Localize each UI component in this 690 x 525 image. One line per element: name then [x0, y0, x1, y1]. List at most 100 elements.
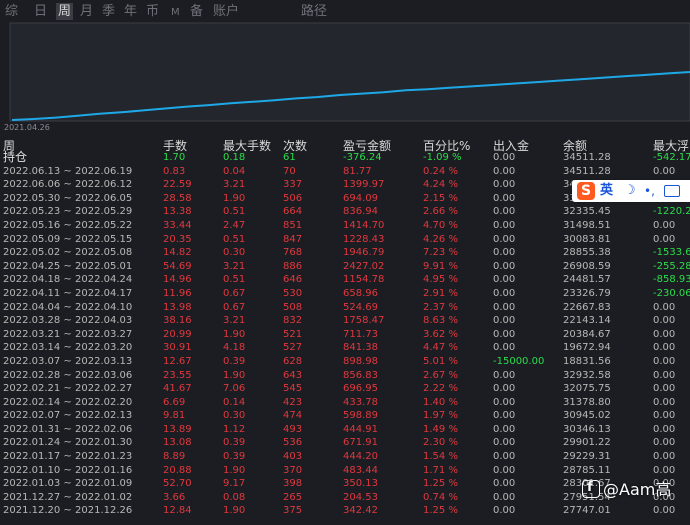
table-row[interactable]: 2022.02.21 ~ 2022.02.27 41.67 7.06 545 696.9…	[0, 382, 690, 396]
keyboard-icon[interactable]	[664, 185, 680, 197]
table-row[interactable]: 2022.03.14 ~ 2022.03.20 30.91 4.18 527 841.3…	[0, 341, 690, 355]
cell-max-lots: 0.30	[223, 247, 246, 259]
cell-period: 2022.05.02 ~ 2022.05.08	[3, 247, 133, 259]
table-row[interactable]: 2022.03.28 ~ 2022.04.03 38.16 3.21 832 1758.…	[0, 314, 690, 328]
cell-lots: 14.96	[163, 274, 192, 286]
table-row[interactable]: 2022.03.07 ~ 2022.03.13 12.67 0.39 628 898.9…	[0, 355, 690, 369]
cell-io: 0.00	[493, 437, 516, 449]
cell-pnl: 1399.97	[343, 179, 385, 191]
cell-period: 2022.01.03 ~ 2022.01.09	[3, 478, 133, 490]
table-row[interactable]: 2022.05.02 ~ 2022.05.08 14.82 0.30 768 1946.…	[0, 246, 690, 260]
cell-pct: 5.01 %	[423, 355, 458, 367]
cell-balance: 20384.67	[563, 328, 611, 340]
ime-logo-icon[interactable]: S	[577, 182, 595, 200]
cell-max-lots: 0.39	[223, 437, 246, 449]
cell-count: 493	[283, 423, 303, 435]
moon-icon[interactable]: ☽	[624, 183, 636, 199]
cell-balance: 31378.80	[563, 396, 611, 408]
cell-period: 2022.01.17 ~ 2022.01.23	[3, 451, 133, 463]
table-row[interactable]: 2022.05.23 ~ 2022.05.29 13.38 0.51 664 836.9…	[0, 205, 690, 219]
cell-balance: 28855.38	[563, 247, 611, 259]
ime-language-toggle[interactable]: 英	[600, 182, 613, 200]
watermark: @Aam高	[582, 478, 671, 500]
cell-lots: 54.69	[163, 260, 192, 272]
cell-count: 70	[283, 165, 296, 177]
tab-m[interactable]: M	[171, 4, 180, 21]
cell-pnl: 524.69	[343, 301, 378, 313]
table-row[interactable]: 2021.12.20 ~ 2021.12.26 12.84 1.90 375 342.4…	[0, 504, 690, 518]
table-row[interactable]: 2022.01.24 ~ 2022.01.30 13.08 0.39 536 671.9…	[0, 436, 690, 450]
table-row[interactable]: 2022.05.16 ~ 2022.05.22 33.44 2.47 851 1414.…	[0, 219, 690, 233]
cell-count: 628	[283, 355, 303, 367]
cell-max-lots: 4.18	[223, 342, 246, 354]
tab-day[interactable]: 日	[34, 3, 47, 20]
tab-account[interactable]: 账户	[213, 3, 239, 20]
table-row[interactable]: 2022.01.17 ~ 2022.01.23 8.89 0.39 403 444.20…	[0, 450, 690, 464]
cell-count: 423	[283, 396, 303, 408]
cell-balance: 30083.81	[563, 233, 611, 245]
cell-max-float: -230.06	[653, 287, 690, 299]
tab-overview[interactable]: 综	[5, 3, 18, 20]
cell-period: 2022.05.16 ~ 2022.05.22	[3, 219, 133, 231]
cell-period: 2021.12.20 ~ 2021.12.26	[3, 505, 133, 517]
holding-label: 持仓	[3, 150, 28, 164]
cell-max-float: -1533.6	[653, 247, 690, 259]
table-row[interactable]: 2022.02.28 ~ 2022.03.06 23.55 1.90 643 856.8…	[0, 369, 690, 383]
punctuation-icon[interactable]: •,	[644, 183, 655, 199]
table-row[interactable]: 2022.01.31 ~ 2022.02.06 13.89 1.12 493 444.9…	[0, 423, 690, 437]
cell-balance: 29901.22	[563, 437, 611, 449]
cell-io: 0.00	[493, 478, 516, 490]
holding-row[interactable]: 持仓 1.70 0.18 61 -376.24 -1.09 % 0.00 345…	[0, 150, 690, 165]
cell-count: 664	[283, 206, 303, 218]
cell-max-float: 0.00	[653, 315, 676, 327]
table-row[interactable]: 2022.02.07 ~ 2022.02.13 9.81 0.30 474 598.89…	[0, 409, 690, 423]
cell-pct: 2.67 %	[423, 369, 458, 381]
cell-count: 643	[283, 369, 303, 381]
cell-count: 545	[283, 383, 303, 395]
tab-currency[interactable]: 币	[146, 3, 159, 20]
tab-week[interactable]: 周	[56, 3, 74, 20]
table-row[interactable]: 2022.05.09 ~ 2022.05.15 20.35 0.51 847 1228.…	[0, 233, 690, 247]
tab-year[interactable]: 年	[124, 3, 137, 20]
holding-max-float: -542.17	[653, 152, 690, 163]
cell-max-float: 0.00	[653, 505, 676, 517]
cell-max-lots: 0.39	[223, 355, 246, 367]
cell-max-float: 0.00	[653, 219, 676, 231]
table-row[interactable]: 2022.04.25 ~ 2022.05.01 54.69 3.21 886 2427.…	[0, 260, 690, 274]
cell-io: 0.00	[493, 451, 516, 463]
cell-period: 2022.04.04 ~ 2022.04.10	[3, 301, 133, 313]
table-row[interactable]: 2022.03.21 ~ 2022.03.27 20.99 1.90 521 711.7…	[0, 328, 690, 342]
tab-quarter[interactable]: 季	[102, 3, 115, 20]
cell-io: 0.00	[493, 260, 516, 272]
table-row[interactable]: 2022.04.11 ~ 2022.04.17 11.96 0.67 530 658.9…	[0, 287, 690, 301]
cell-lots: 28.58	[163, 192, 192, 204]
cell-pnl: 836.94	[343, 206, 378, 218]
tab-notes[interactable]: 备	[190, 3, 203, 20]
cell-pnl: 671.91	[343, 437, 378, 449]
cell-max-lots: 3.21	[223, 260, 246, 272]
cell-balance: 30945.02	[563, 410, 611, 422]
table-row[interactable]: 2022.01.10 ~ 2022.01.16 20.88 1.90 370 483.4…	[0, 464, 690, 478]
cell-period: 2022.02.14 ~ 2022.02.20	[3, 396, 133, 408]
ime-toolbar[interactable]: S 英 ☽ •,	[572, 180, 690, 202]
cell-pnl: 1154.78	[343, 274, 385, 286]
cell-balance: 30346.13	[563, 423, 611, 435]
table-row[interactable]: 2022.02.14 ~ 2022.02.20 6.69 0.14 423 433.78…	[0, 396, 690, 410]
tab-month[interactable]: 月	[80, 3, 93, 20]
cell-period: 2022.04.25 ~ 2022.05.01	[3, 260, 133, 272]
cell-io: 0.00	[493, 505, 516, 517]
cell-max-lots: 0.04	[223, 165, 246, 177]
cell-max-lots: 0.08	[223, 491, 246, 503]
cell-pct: 9.91 %	[423, 260, 458, 272]
tab-path[interactable]: 路径	[301, 3, 327, 20]
cell-max-lots: 0.51	[223, 206, 246, 218]
table-row[interactable]: 2022.04.04 ~ 2022.04.10 13.98 0.67 508 524.6…	[0, 301, 690, 315]
cell-max-float: 0.00	[653, 451, 676, 463]
cell-pnl: 204.53	[343, 491, 378, 503]
cell-pct: 7.23 %	[423, 247, 458, 259]
cell-io: 0.00	[493, 206, 516, 218]
table-row[interactable]: 2022.06.13 ~ 2022.06.19 0.83 0.04 70 81.77 0.…	[0, 165, 690, 179]
cell-balance: 32335.45	[563, 206, 611, 218]
cell-period: 2022.02.28 ~ 2022.03.06	[3, 369, 133, 381]
table-row[interactable]: 2022.04.18 ~ 2022.04.24 14.96 0.51 646 1154.…	[0, 273, 690, 287]
